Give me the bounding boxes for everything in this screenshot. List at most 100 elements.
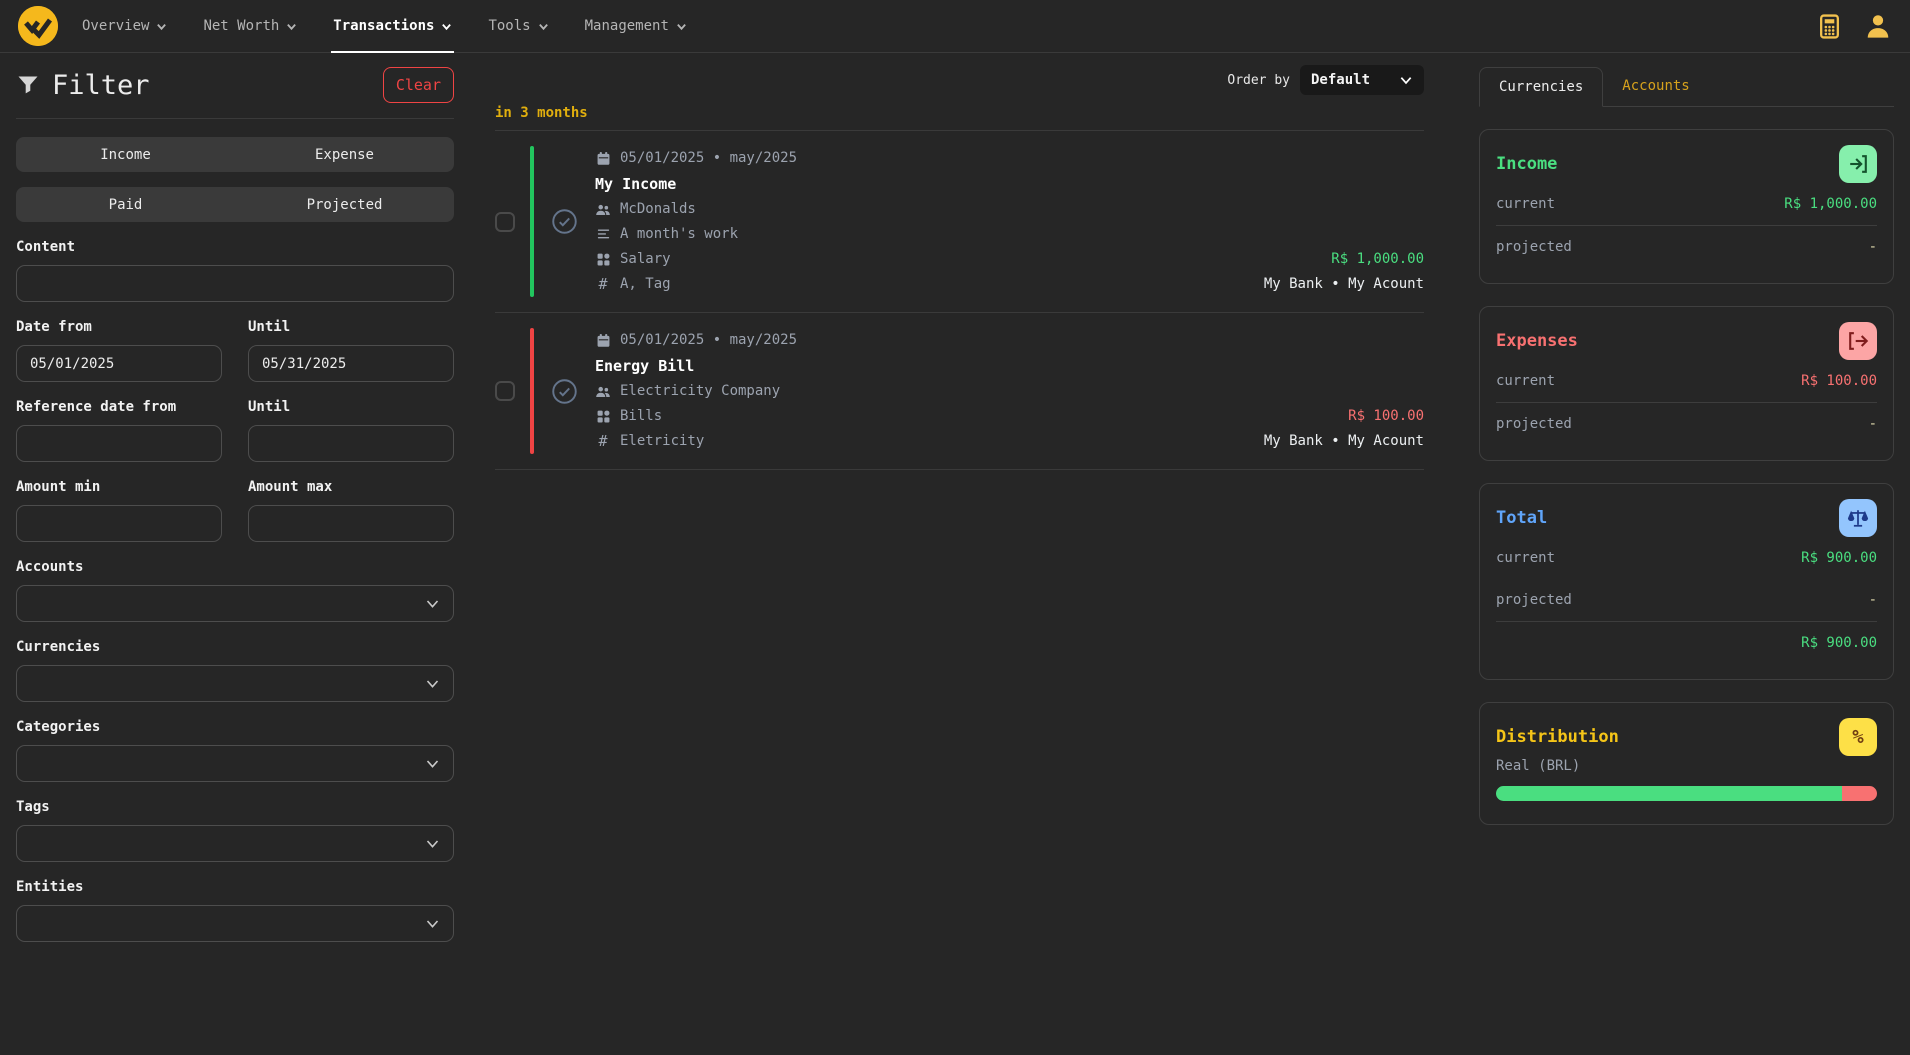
total-projected-label: projected: [1496, 592, 1572, 608]
tab-accounts[interactable]: Accounts: [1603, 67, 1708, 106]
expenses-current-row: current R$ 100.00: [1496, 360, 1877, 402]
chevron-down-icon: [156, 21, 167, 32]
nav-item-overview-label: Overview: [82, 18, 149, 34]
nav-item-transactions[interactable]: Transactions: [333, 0, 452, 53]
currencies-select[interactable]: [16, 665, 454, 702]
transaction-tags-text: Eletricity: [620, 429, 704, 454]
content-input[interactable]: [16, 265, 454, 302]
toggle-expense[interactable]: Expense: [235, 137, 454, 172]
tab-currencies[interactable]: Currencies: [1479, 67, 1603, 107]
entities-label: Entities: [16, 879, 454, 895]
chevron-down-icon: [425, 596, 440, 611]
income-projected-label: projected: [1496, 239, 1572, 255]
order-by-label: Order by: [1227, 73, 1290, 88]
toggle-paid[interactable]: Paid: [16, 187, 235, 222]
balance-scales-icon[interactable]: [1839, 499, 1877, 537]
chevron-down-icon: [425, 756, 440, 771]
expenses-projected-row: projected -: [1496, 403, 1877, 445]
percent-icon[interactable]: %: [1839, 718, 1877, 756]
expenses-arrow-out-icon[interactable]: [1839, 322, 1877, 360]
order-by-select[interactable]: Default: [1300, 65, 1424, 95]
transaction-row-income[interactable]: 05/01/2025 • may/2025 My Income McDonald…: [495, 131, 1424, 313]
percent-glyph: %: [1852, 726, 1863, 748]
check-circle-icon: [551, 378, 578, 405]
nav-item-net-worth[interactable]: Net Worth: [203, 0, 297, 53]
income-indicator-bar: [530, 146, 534, 297]
entities-select[interactable]: [16, 905, 454, 942]
hash-icon: #: [595, 277, 611, 293]
transaction-description: A month's work: [595, 222, 1264, 247]
total-card-title: Total: [1496, 499, 1547, 537]
user-icon[interactable]: [1864, 12, 1892, 40]
transactions-column: Order by Default in 3 months 05: [470, 53, 1452, 1054]
transaction-checkbox[interactable]: [495, 381, 515, 401]
summary-panel: Currencies Accounts Income current R$ 1,…: [1452, 53, 1910, 1054]
income-arrow-in-icon[interactable]: [1839, 145, 1877, 183]
amount-min-label: Amount min: [16, 479, 222, 495]
transaction-account: My Bank • My Acount: [1264, 429, 1424, 454]
chevron-down-icon: [425, 836, 440, 851]
date-until-label: Until: [248, 319, 454, 335]
income-card: Income current R$ 1,000.00 projected -: [1479, 129, 1894, 284]
nav-item-management-label: Management: [585, 18, 669, 34]
transaction-tags-text: A, Tag: [620, 272, 671, 297]
transaction-title: My Income: [595, 171, 1264, 197]
calendar-icon: [595, 333, 611, 349]
calendar-icon: [595, 151, 611, 167]
total-card: Total current R$ 900.00 projected -: [1479, 483, 1894, 680]
type-toggle: Income Expense: [16, 137, 454, 172]
chevron-down-icon: [538, 21, 549, 32]
tags-select[interactable]: [16, 825, 454, 862]
toggle-income[interactable]: Income: [16, 137, 235, 172]
expenses-card: Expenses current R$ 100.00 projected -: [1479, 306, 1894, 461]
check-circle-icon: [551, 208, 578, 235]
categories-label: Categories: [16, 719, 454, 735]
calculator-icon[interactable]: [1817, 14, 1842, 39]
chevron-down-icon: [441, 21, 452, 32]
transaction-entity: Electricity Company: [595, 379, 1264, 404]
app-logo-icon[interactable]: [18, 6, 58, 46]
status-toggle: Paid Projected: [16, 187, 454, 222]
accounts-select[interactable]: [16, 585, 454, 622]
reference-date-until-input[interactable]: [248, 425, 454, 462]
category-grid-icon: [595, 252, 611, 268]
amount-max-input[interactable]: [248, 505, 454, 542]
date-from-input[interactable]: [16, 345, 222, 382]
total-projected-row: projected -: [1496, 579, 1877, 621]
filter-panel: Filter Clear Income Expense Paid Project…: [0, 53, 470, 1054]
transaction-category: Bills: [595, 404, 1264, 429]
reference-date-from-input[interactable]: [16, 425, 222, 462]
reference-date-until-label: Until: [248, 399, 454, 415]
transaction-description-text: A month's work: [620, 222, 738, 247]
nav-item-tools[interactable]: Tools: [488, 0, 548, 53]
order-by-value: Default: [1311, 72, 1370, 88]
transaction-date: 05/01/2025 • may/2025: [595, 328, 1264, 353]
transaction-checkbox[interactable]: [495, 212, 515, 232]
expense-indicator-bar: [530, 328, 534, 454]
transaction-entity-text: Electricity Company: [620, 379, 780, 404]
transaction-row-expense[interactable]: 05/01/2025 • may/2025 Energy Bill Electr…: [495, 313, 1424, 470]
content-label: Content: [16, 239, 454, 255]
toggle-projected[interactable]: Projected: [235, 187, 454, 222]
transaction-tags: # A, Tag: [595, 272, 1264, 297]
chevron-down-icon: [425, 916, 440, 931]
total-current-label: current: [1496, 550, 1555, 566]
categories-select[interactable]: [16, 745, 454, 782]
transaction-entity: McDonalds: [595, 197, 1264, 222]
nav-item-overview[interactable]: Overview: [82, 0, 167, 53]
distribution-card-title: Distribution: [1496, 718, 1619, 756]
total-current-row: current R$ 900.00: [1496, 537, 1877, 579]
nav-item-management[interactable]: Management: [585, 0, 687, 53]
amount-min-input[interactable]: [16, 505, 222, 542]
clear-filter-button[interactable]: Clear: [383, 67, 454, 103]
total-current-value: R$ 900.00: [1801, 550, 1877, 566]
expenses-current-value: R$ 100.00: [1801, 373, 1877, 389]
date-until-input[interactable]: [248, 345, 454, 382]
transaction-category-text: Salary: [620, 247, 671, 272]
filter-title-label: Filter: [52, 70, 150, 101]
chevron-down-icon: [286, 21, 297, 32]
transaction-title: Energy Bill: [595, 353, 1264, 379]
accounts-label: Accounts: [16, 559, 454, 575]
total-projected-value: -: [1869, 592, 1877, 608]
nav-item-tools-label: Tools: [488, 18, 530, 34]
